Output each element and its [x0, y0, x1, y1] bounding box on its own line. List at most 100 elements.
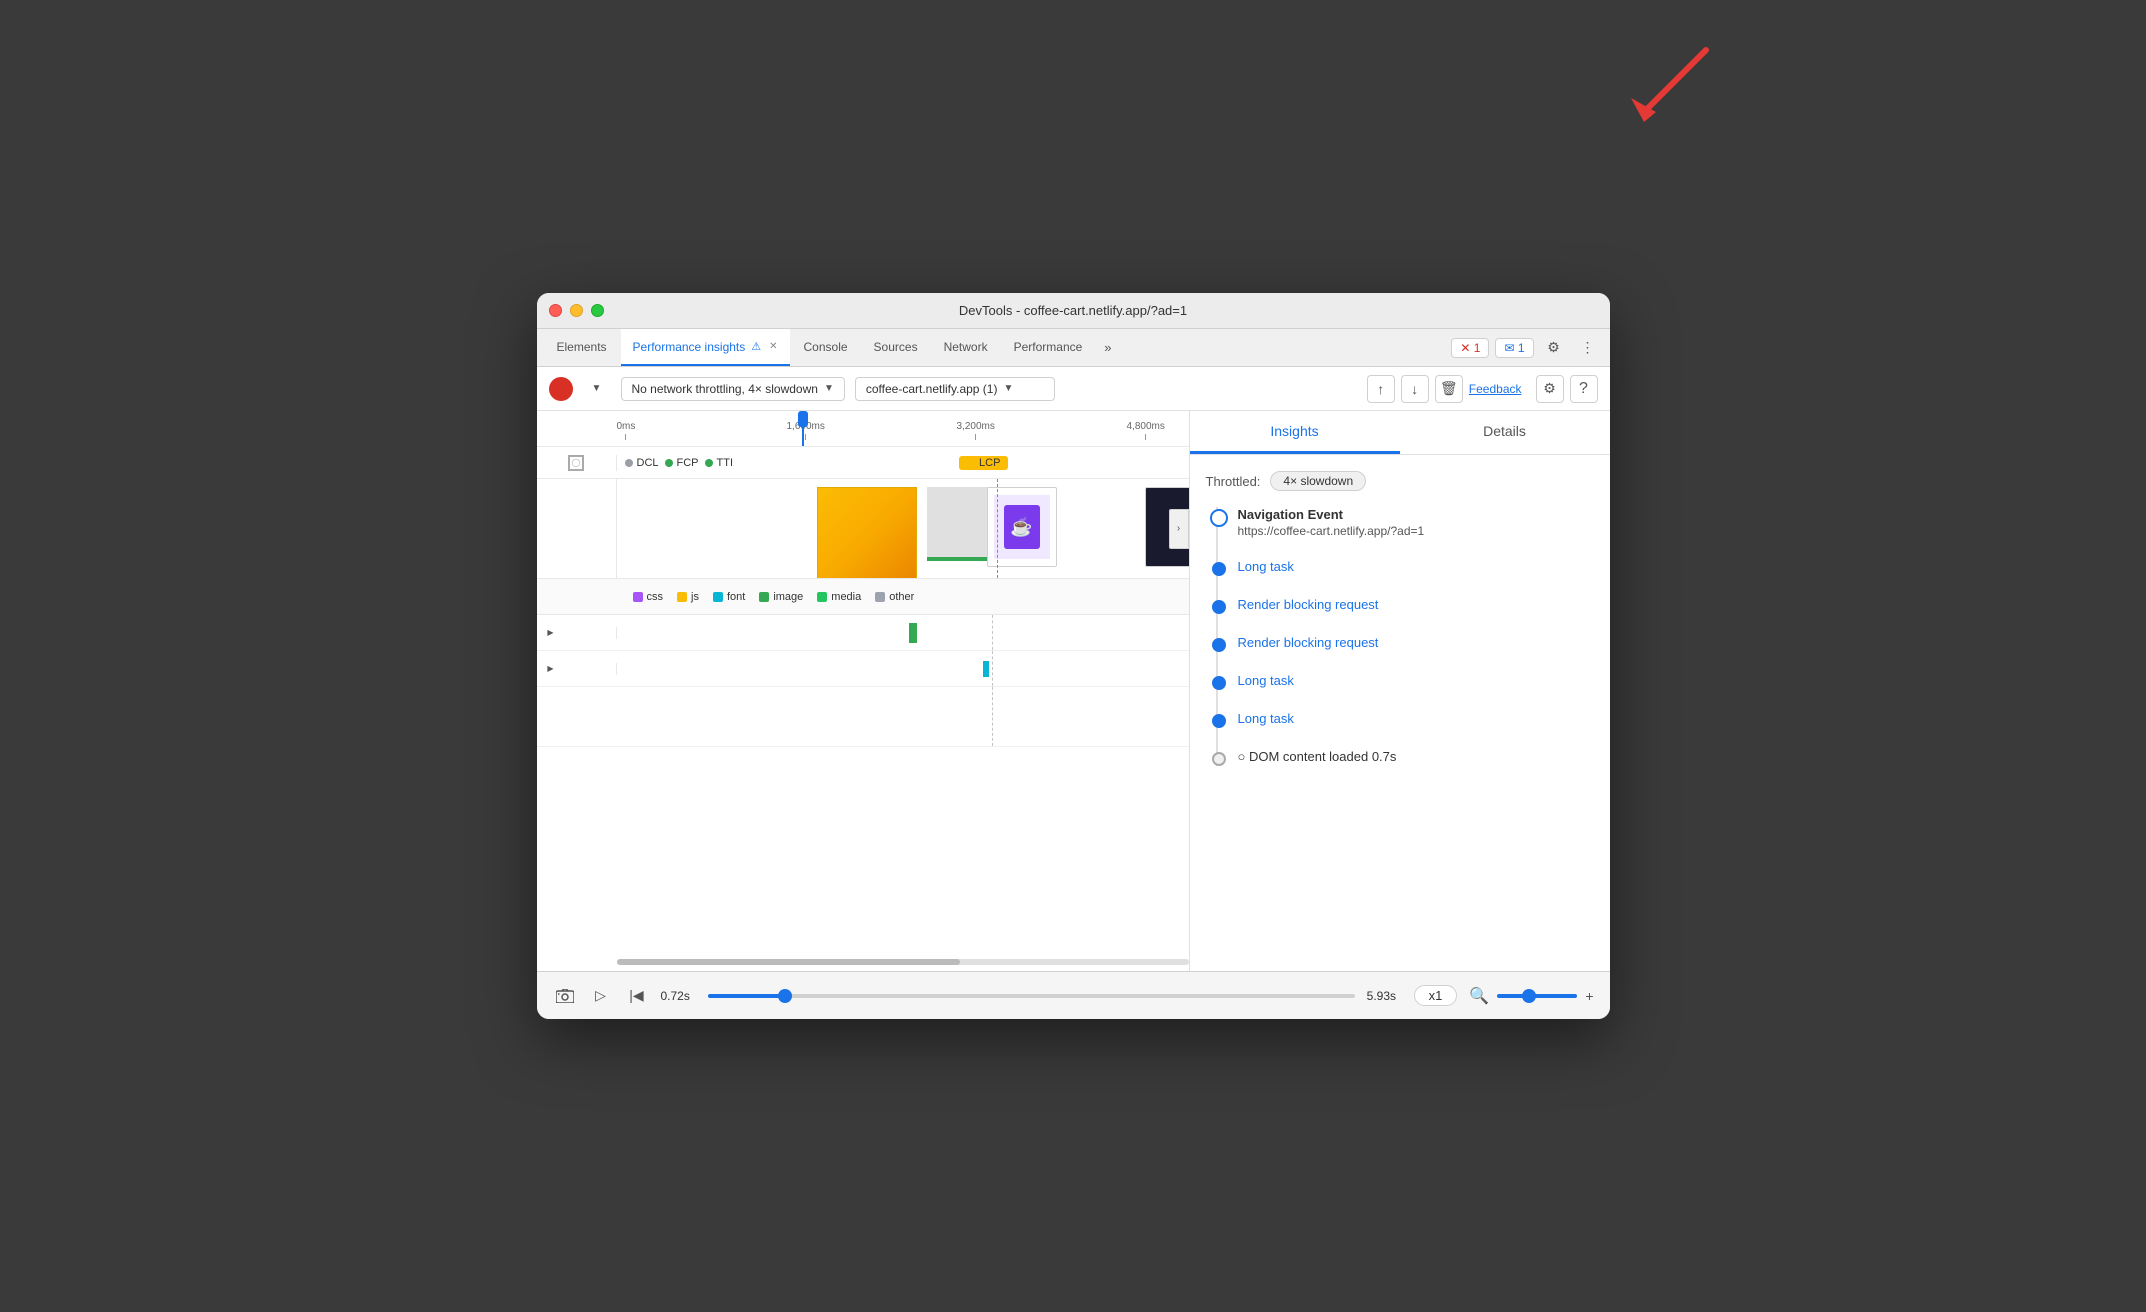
lcp-marker: LCP	[959, 456, 1008, 470]
network-bar-teal	[983, 661, 989, 677]
back-icon: ◯	[568, 455, 584, 471]
dom-loaded-label: ○ DOM content loaded 0.7s	[1238, 749, 1397, 764]
other-color-swatch	[875, 592, 885, 602]
settings-gear-icon-button[interactable]: ⚙	[1536, 375, 1564, 403]
throttled-badge: 4× slowdown	[1270, 471, 1366, 491]
tab-details-label: Details	[1483, 423, 1526, 439]
long-task-1-link[interactable]: Long task	[1238, 559, 1294, 574]
insight-dom-loaded: ○ DOM content loaded 0.7s	[1238, 748, 1594, 766]
go-to-start-button[interactable]: |◀	[625, 984, 649, 1008]
zoom-out-icon[interactable]: 🔍	[1469, 986, 1489, 1006]
tab-elements[interactable]: Elements	[545, 329, 619, 366]
network-row-2-label: ▶	[537, 663, 617, 675]
render-blocking-2-link[interactable]: Render blocking request	[1238, 635, 1379, 650]
tab-performance[interactable]: Performance	[1002, 329, 1095, 366]
expand-row-2-icon[interactable]: ▶	[545, 663, 557, 675]
right-panel-content: Throttled: 4× slowdown Navigation Event …	[1190, 455, 1610, 971]
legend-media-label: media	[831, 591, 861, 603]
thumb-1-inner: ☕	[994, 495, 1050, 559]
playback-bar: ▷ |◀ 0.72s 5.93s x1 🔍 +	[537, 971, 1610, 1019]
lcp-label: LCP	[979, 457, 1000, 469]
timeline-panel: 0ms 1,600ms 3,200ms 4,800ms	[537, 411, 1190, 971]
minimize-button[interactable]	[570, 304, 583, 317]
tab-performance-label: Performance	[1014, 340, 1083, 354]
legend-items: css js font image	[617, 591, 931, 603]
tab-insights[interactable]: Insights	[1190, 411, 1400, 454]
dropdown-arrow-button[interactable]: ▼	[583, 375, 611, 403]
ruler-label-2: 3,200ms	[957, 421, 995, 432]
main-content: 0ms 1,600ms 3,200ms 4,800ms	[537, 411, 1610, 971]
filmstrip-row: ☕ ☕ ›	[537, 479, 1189, 579]
more-tabs-button[interactable]: »	[1096, 329, 1119, 366]
end-time-label: 5.93s	[1367, 989, 1402, 1003]
maximize-button[interactable]	[591, 304, 604, 317]
zoom-in-icon[interactable]: +	[1585, 988, 1593, 1004]
tab-sources-label: Sources	[874, 340, 918, 354]
dcl-marker: DCL	[625, 457, 659, 469]
markers-area: DCL FCP TTI LCP	[617, 456, 1189, 470]
tab-details[interactable]: Details	[1400, 411, 1610, 454]
throttled-label: Throttled:	[1206, 474, 1261, 489]
legend-js-label: js	[691, 591, 699, 603]
messages-badge: ✉ 1	[1504, 341, 1524, 355]
timeline-scrubber[interactable]	[802, 411, 804, 446]
horizontal-scrollbar-thumb[interactable]	[617, 959, 960, 965]
play-button[interactable]: ▷	[589, 984, 613, 1008]
errors-badge: ✕ 1	[1460, 341, 1480, 355]
tti-marker: TTI	[705, 457, 734, 469]
legend-other-label: other	[889, 591, 914, 603]
long-task-2-link[interactable]: Long task	[1238, 673, 1294, 688]
tab-elements-label: Elements	[557, 340, 607, 354]
titlebar: DevTools - coffee-cart.netlify.app/?ad=1	[537, 293, 1610, 329]
tab-close-icon[interactable]: ✕	[769, 341, 777, 352]
ruler-mark-0: 0ms	[617, 421, 636, 440]
more-options-icon-button[interactable]: ⋮	[1574, 334, 1602, 362]
css-color-swatch	[633, 592, 643, 602]
url-dropdown[interactable]: coffee-cart.netlify.app (1) ▼	[855, 377, 1055, 401]
playback-slider-thumb[interactable]	[778, 989, 792, 1003]
long-task-3-link[interactable]: Long task	[1238, 711, 1294, 726]
filmstrip-left-spacer	[537, 479, 617, 578]
screenshot-mode-button[interactable]	[553, 984, 577, 1008]
legend-css-label: css	[647, 591, 664, 603]
download-button[interactable]: ↓	[1401, 375, 1429, 403]
zoom-slider-thumb[interactable]	[1522, 989, 1536, 1003]
network-row-1-content	[617, 615, 1189, 650]
errors-badge-button[interactable]: ✕ 1	[1451, 338, 1489, 358]
messages-badge-button[interactable]: ✉ 1	[1495, 338, 1533, 358]
network-row-3	[537, 687, 1189, 747]
filmstrip-thumb-1[interactable]: ☕	[987, 487, 1057, 567]
tab-console[interactable]: Console	[792, 329, 860, 366]
dashed-line-row1	[992, 615, 993, 650]
delete-button[interactable]: 🗑	[1435, 375, 1463, 403]
feedback-link[interactable]: Feedback	[1469, 382, 1522, 396]
tab-network[interactable]: Network	[932, 329, 1000, 366]
camera-icon	[556, 989, 574, 1003]
throttle-dropdown[interactable]: No network throttling, 4× slowdown ▼	[621, 377, 845, 401]
record-button[interactable]	[549, 377, 573, 401]
legend-image-label: image	[773, 591, 803, 603]
markers-row: ◯ DCL FCP TTI	[537, 447, 1189, 479]
speed-badge[interactable]: x1	[1414, 985, 1458, 1006]
playback-slider[interactable]	[708, 994, 1355, 998]
legend-other: other	[875, 591, 914, 603]
zoom-slider[interactable]	[1497, 994, 1577, 998]
help-icon-button[interactable]: ?	[1570, 375, 1598, 403]
render-blocking-1-link[interactable]: Render blocking request	[1238, 597, 1379, 612]
playback-slider-fill	[708, 994, 786, 998]
tab-sources[interactable]: Sources	[862, 329, 930, 366]
close-button[interactable]	[549, 304, 562, 317]
tabbar-right-actions: ✕ 1 ✉ 1 ⚙ ⋮	[1451, 329, 1601, 366]
dom-loaded-dot	[1212, 752, 1226, 766]
scrubber-handle[interactable]	[798, 411, 808, 427]
expand-row-1-icon[interactable]: ▶	[545, 627, 557, 639]
export-button[interactable]: ↑	[1367, 375, 1395, 403]
insight-render-blocking-2: Render blocking request	[1238, 634, 1594, 652]
timeline-ruler-row: 0ms 1,600ms 3,200ms 4,800ms	[537, 411, 1189, 447]
collapse-filmstrip-button[interactable]: ›	[1169, 509, 1189, 549]
tab-performance-insights[interactable]: Performance insights ⚠ ✕	[621, 329, 790, 366]
horizontal-scrollbar-track[interactable]	[617, 959, 1189, 965]
settings-icon-button[interactable]: ⚙	[1540, 334, 1568, 362]
traffic-lights	[549, 304, 604, 317]
tab-performance-insights-label: Performance insights	[633, 340, 746, 354]
